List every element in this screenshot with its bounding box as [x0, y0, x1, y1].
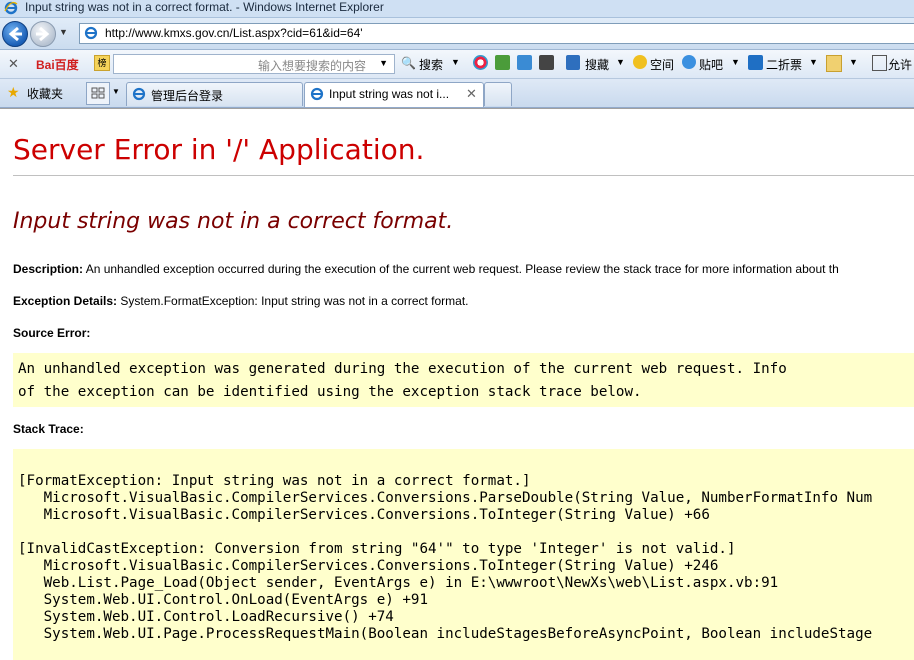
exception-details-label: Exception Details: — [13, 294, 118, 308]
quick-tabs-button[interactable] — [86, 82, 110, 105]
video-icon[interactable] — [539, 55, 554, 70]
bookmark-icon[interactable] — [566, 55, 580, 70]
tab-label: Input string was not i... — [329, 87, 450, 101]
stack-line: Microsoft.VisualBasic.CompilerServices.C… — [18, 558, 719, 574]
new-tab-button[interactable] — [484, 82, 512, 106]
description-row: Description: An unhandled exception occu… — [13, 262, 839, 276]
source-error-box: An unhandled exception was generated dur… — [13, 353, 914, 407]
tieba-icon — [682, 55, 696, 69]
stack-line: System.Web.UI.Control.LoadRecursive() +7… — [18, 609, 394, 625]
address-bar-row: ▼ http://www.kmxs.gov.cn/List.aspx?cid=6… — [0, 18, 914, 50]
stack-line: System.Web.UI.Page.ProcessRequestMain(Bo… — [18, 626, 873, 642]
window-title: Input string was not in a correct format… — [25, 0, 384, 14]
tab-error-page[interactable]: Input string was not i... ✕ — [304, 82, 484, 107]
search-icon: 🔍 — [401, 56, 416, 70]
description-label: Description: — [13, 262, 84, 276]
search-history-dropdown-icon[interactable]: ▼ — [379, 58, 388, 68]
divider — [13, 175, 914, 176]
search-options-dropdown-icon[interactable]: ▼ — [451, 57, 460, 67]
tieba-dropdown-icon[interactable]: ▼ — [731, 57, 740, 67]
tab-favicon-icon — [132, 87, 146, 101]
theme-icon[interactable] — [826, 55, 842, 72]
ticket-icon — [748, 55, 763, 70]
error-message: Input string was not in a correct format… — [13, 209, 454, 234]
window-title-bar: Input string was not in a correct format… — [0, 0, 914, 18]
tab-bar: ★ 收藏夹 ▼ 管理后台登录 Input string was not i...… — [0, 79, 914, 108]
allow-popups-button[interactable]: 允许 — [888, 56, 912, 73]
baidu-toolbar: ✕ Bai百度 榜 输入想要搜索的内容 ▼ 🔍 搜索 ▼ 搜藏 ▼ 空间 贴吧 … — [0, 50, 914, 79]
tab-admin-login[interactable]: 管理后台登录 — [126, 82, 303, 106]
exception-details-row: Exception Details: System.FormatExceptio… — [13, 294, 469, 308]
space-icon — [633, 55, 647, 69]
favorites-dropdown-icon[interactable]: ▼ — [616, 57, 625, 67]
close-toolbar-icon[interactable]: ✕ — [8, 56, 19, 72]
forward-arrow-icon — [36, 26, 50, 42]
close-tab-icon[interactable]: ✕ — [466, 86, 477, 102]
favorites-star-icon: ★ — [7, 84, 20, 100]
favorites-button[interactable]: 搜藏 — [585, 56, 609, 73]
share-icon[interactable] — [517, 55, 532, 70]
more-tools-dropdown-icon[interactable]: ▼ — [849, 57, 858, 67]
tieba-link[interactable]: 贴吧 — [699, 56, 723, 73]
search-input[interactable]: 输入想要搜索的内容 ▼ — [113, 54, 395, 74]
rank-icon[interactable]: 榜 — [94, 55, 110, 71]
discount-dropdown-icon[interactable]: ▼ — [809, 57, 818, 67]
source-error-line: of the exception can be identified using… — [18, 384, 642, 400]
stack-trace-box: [FormatException: Input string was not i… — [13, 449, 914, 660]
popup-blocker-icon — [872, 55, 887, 71]
stack-trace-label: Stack Trace: — [13, 422, 84, 436]
exception-details-text: System.FormatException: Input string was… — [120, 294, 469, 308]
back-arrow-icon — [8, 26, 22, 42]
description-text: An unhandled exception occurred during t… — [85, 262, 839, 276]
stack-line: Microsoft.VisualBasic.CompilerServices.C… — [18, 490, 873, 506]
tab-favicon-icon — [310, 87, 324, 101]
stack-line: [FormatException: Input string was not i… — [18, 473, 531, 489]
recent-pages-dropdown-icon[interactable]: ▼ — [59, 27, 68, 37]
search-label: 搜索 — [419, 58, 444, 72]
tab-label: 管理后台登录 — [151, 89, 224, 103]
discount-ticket-link[interactable]: 二折票 — [766, 56, 802, 73]
favorites-center-button[interactable]: 收藏夹 — [27, 85, 63, 102]
baidu-logo[interactable]: Bai百度 — [36, 56, 79, 73]
stack-line: [InvalidCastException: Conversion from s… — [18, 541, 736, 557]
address-url: http://www.kmxs.gov.cn/List.aspx?cid=61&… — [105, 26, 363, 40]
tab-list-dropdown-icon[interactable]: ▼ — [112, 87, 120, 96]
stack-line: Microsoft.VisualBasic.CompilerServices.C… — [18, 507, 710, 523]
address-field[interactable]: http://www.kmxs.gov.cn/List.aspx?cid=61&… — [79, 23, 914, 44]
space-link[interactable]: 空间 — [650, 56, 674, 73]
browser-app-icon[interactable] — [473, 55, 488, 70]
source-error-label: Source Error: — [13, 326, 91, 340]
ie-logo-icon — [4, 1, 18, 15]
stack-line: Web.List.Page_Load(Object sender, EventA… — [18, 575, 779, 591]
error-heading: Server Error in '/' Application. — [13, 133, 425, 166]
back-button[interactable] — [2, 21, 28, 47]
stack-line: System.Web.UI.Control.OnLoad(EventArgs e… — [18, 592, 428, 608]
forward-button[interactable] — [30, 21, 56, 47]
search-placeholder: 输入想要搜索的内容 — [257, 59, 366, 73]
translate-icon[interactable] — [495, 55, 510, 70]
page-favicon-icon — [84, 26, 98, 40]
quick-tabs-grid-icon — [91, 87, 105, 99]
source-error-line: An unhandled exception was generated dur… — [18, 361, 787, 377]
page-content: Server Error in '/' Application. Input s… — [0, 108, 914, 660]
